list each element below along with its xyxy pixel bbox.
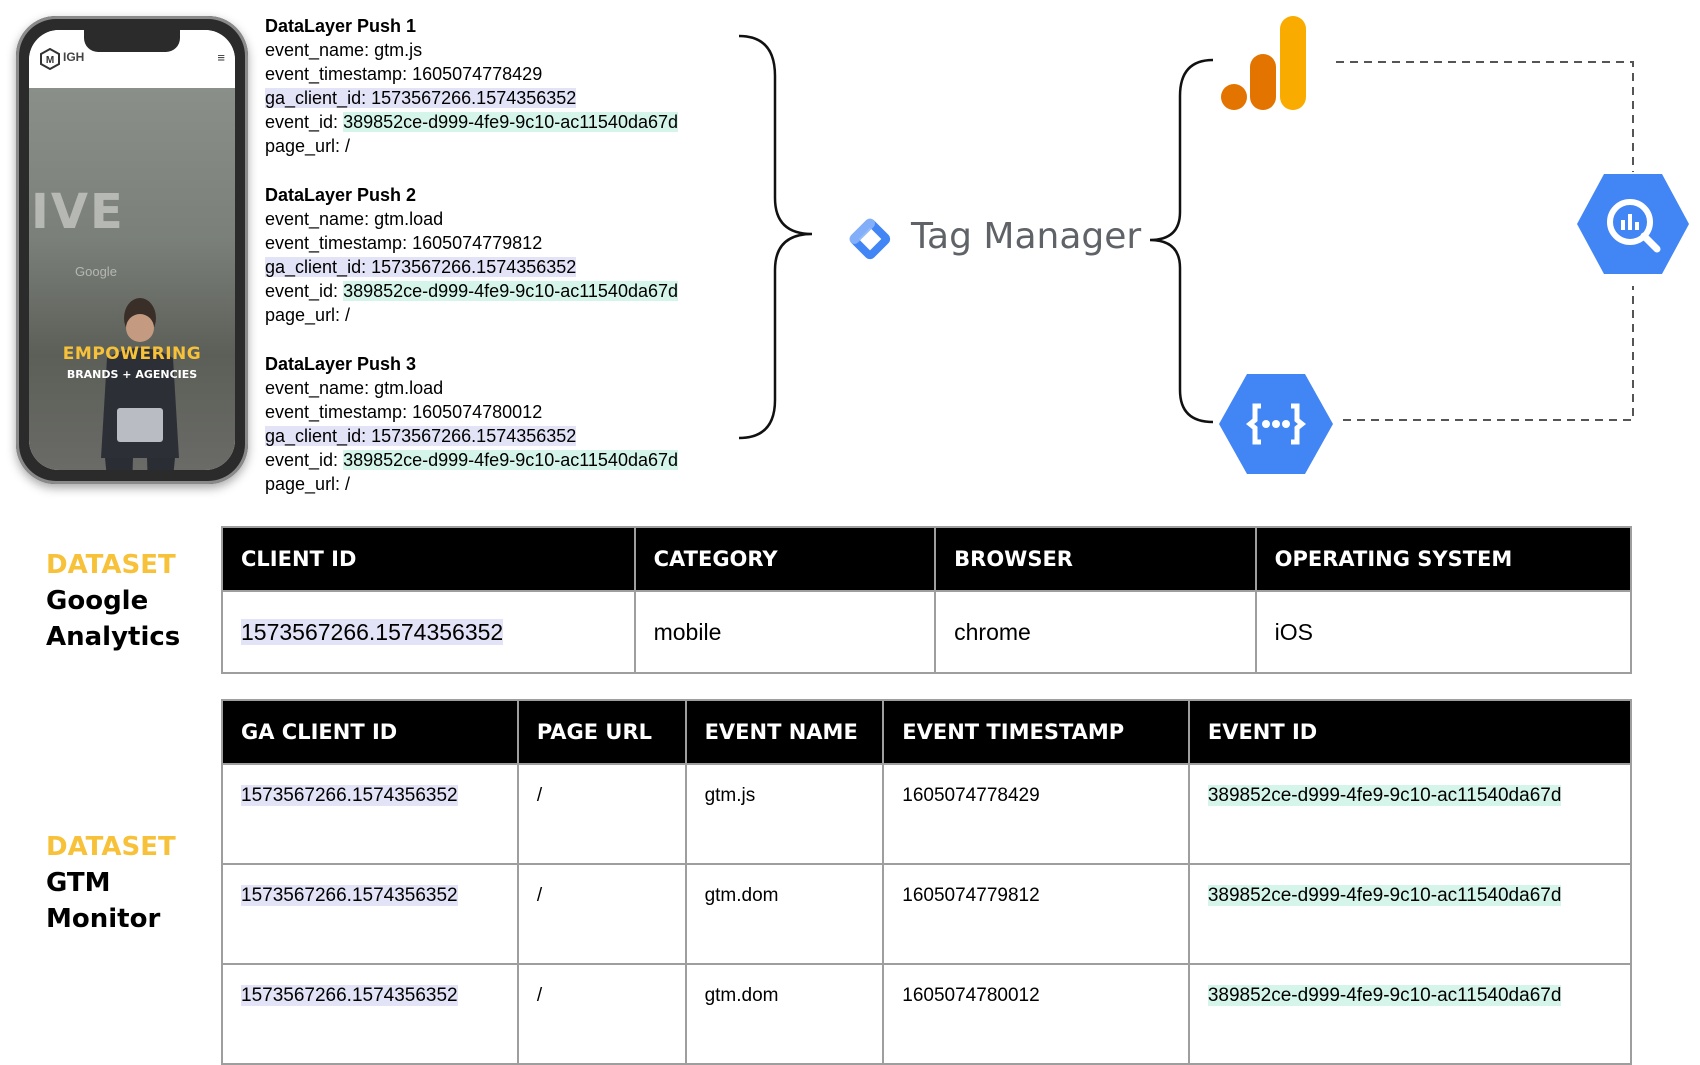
- dataset-keyword: DATASET: [46, 550, 176, 580]
- dataset-keyword: DATASET: [46, 832, 176, 862]
- google-analytics-icon: [1221, 16, 1306, 110]
- cell-event-id: 389852ce-d999-4fe9-9c10-ac11540da67d: [1187, 863, 1633, 965]
- cell-event-timestamp: 1605074778429: [882, 763, 1190, 865]
- cell-page-url: /: [516, 763, 687, 865]
- table-row: 1573567266.1574356352 / gtm.dom 16050747…: [221, 963, 1633, 1065]
- cell-operating-system: iOS: [1254, 590, 1633, 674]
- header-event-id: EVENT ID: [1187, 699, 1633, 765]
- header-client-id: CLIENT ID: [221, 526, 636, 592]
- dashed-line-functions-to-bigquery: [1343, 286, 1634, 421]
- header-event-name: EVENT NAME: [684, 699, 885, 765]
- left-curly-brace: [738, 34, 813, 440]
- cell-category: mobile: [633, 590, 937, 674]
- bigquery-icon: [1577, 174, 1689, 274]
- cell-ga-client-id: 1573567266.1574356352: [221, 763, 519, 865]
- header-event-timestamp: EVENT TIMESTAMP: [882, 699, 1190, 765]
- cell-event-timestamp: 1605074780012: [882, 963, 1190, 1065]
- dataset-name-line-2: Analytics: [46, 622, 181, 652]
- cell-page-url: /: [516, 863, 687, 965]
- dashed-line-analytics-to-bigquery: [1336, 61, 1634, 172]
- google-analytics-table: CLIENT ID CATEGORY BROWSER OPERATING SYS…: [221, 526, 1633, 674]
- cell-event-name: gtm.js: [684, 763, 885, 865]
- dataset-name-line-2: Monitor: [46, 904, 161, 934]
- cell-event-id: 389852ce-d999-4fe9-9c10-ac11540da67d: [1187, 763, 1633, 865]
- header-ga-client-id: GA CLIENT ID: [221, 699, 519, 765]
- table-row: 1573567266.1574356352 mobile chrome iOS: [221, 590, 1633, 674]
- gtm-monitor-table: GA CLIENT ID PAGE URL EVENT NAME EVENT T…: [221, 699, 1633, 1065]
- dataset-label-google-analytics: DATASET Google Analytics: [46, 547, 180, 655]
- table-header-row: GA CLIENT ID PAGE URL EVENT NAME EVENT T…: [221, 699, 1633, 765]
- dataset-name-line-1: GTM: [46, 868, 111, 898]
- cell-event-name: gtm.dom: [684, 963, 885, 1065]
- cell-ga-client-id: 1573567266.1574356352: [221, 863, 519, 965]
- cell-event-timestamp: 1605074779812: [882, 863, 1190, 965]
- cloud-functions-icon: [1219, 374, 1333, 474]
- right-curly-brace: [1149, 58, 1214, 424]
- cell-event-name: gtm.dom: [684, 863, 885, 965]
- header-browser: BROWSER: [934, 526, 1257, 592]
- cell-client-id: 1573567266.1574356352: [221, 590, 636, 674]
- dataset-label-gtm-monitor: DATASET GTM Monitor: [46, 829, 176, 937]
- header-operating-system: OPERATING SYSTEM: [1254, 526, 1633, 592]
- tag-manager-label: Tag Manager: [911, 216, 1142, 257]
- dataset-name-line-1: Google: [46, 586, 149, 616]
- header-category: CATEGORY: [633, 526, 937, 592]
- cell-ga-client-id: 1573567266.1574356352: [221, 963, 519, 1065]
- cell-page-url: /: [516, 963, 687, 1065]
- header-page-url: PAGE URL: [516, 699, 687, 765]
- tag-manager-icon: [849, 218, 891, 260]
- table-row: 1573567266.1574356352 / gtm.js 160507477…: [221, 763, 1633, 865]
- table-header-row: CLIENT ID CATEGORY BROWSER OPERATING SYS…: [221, 526, 1633, 592]
- cell-event-id: 389852ce-d999-4fe9-9c10-ac11540da67d: [1187, 963, 1633, 1065]
- table-row: 1573567266.1574356352 / gtm.dom 16050747…: [221, 863, 1633, 965]
- cell-browser: chrome: [934, 590, 1257, 674]
